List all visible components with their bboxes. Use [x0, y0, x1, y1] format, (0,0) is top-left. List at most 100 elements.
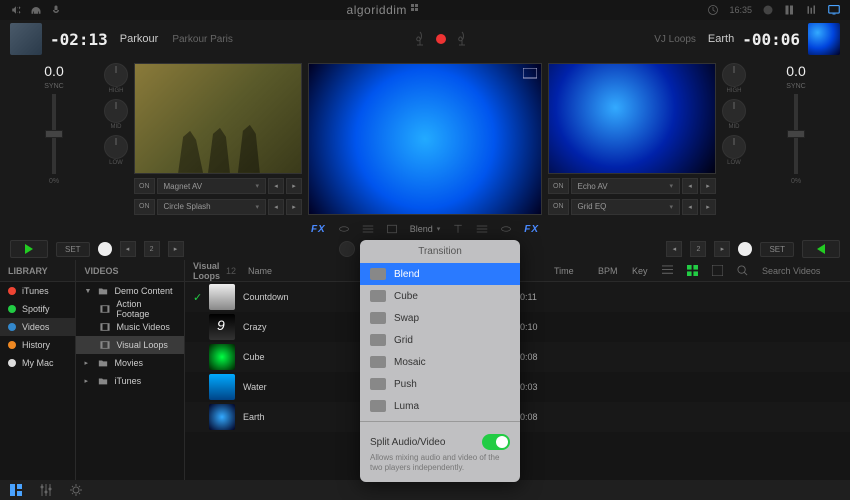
- deck-a-set-button[interactable]: SET: [56, 242, 90, 257]
- deck-a-cue-num[interactable]: 2: [144, 241, 160, 257]
- sliders-icon[interactable]: [40, 484, 52, 496]
- deck-b-fx-label[interactable]: FX: [524, 224, 539, 235]
- list-view-icon[interactable]: [662, 265, 673, 276]
- panel-layout-icon[interactable]: [10, 484, 22, 496]
- deck-a-mid-knob[interactable]: [104, 99, 128, 123]
- deck-b-fx2-next[interactable]: ▸: [700, 199, 716, 215]
- disclosure-icon[interactable]: ▸: [84, 377, 92, 385]
- loop-b-icon[interactable]: [500, 223, 512, 235]
- deck-b-play-button[interactable]: [802, 240, 840, 258]
- tree-item-demo-content[interactable]: ▼Demo Content: [76, 282, 184, 300]
- large-view-icon[interactable]: [712, 265, 723, 276]
- deck-a-fx2-next[interactable]: ▸: [286, 199, 302, 215]
- library-item-videos[interactable]: Videos: [0, 318, 75, 336]
- deck-b-cue-dot[interactable]: [738, 242, 752, 256]
- transition-option-swap[interactable]: Swap: [360, 307, 520, 329]
- deck-b-fx2-on[interactable]: ON: [548, 199, 569, 215]
- bars-icon[interactable]: [806, 4, 818, 16]
- deck-a-fx1-select[interactable]: Magnet AV: [157, 178, 267, 194]
- track-thumbnail: [209, 344, 235, 370]
- fullscreen-icon[interactable]: [523, 68, 537, 80]
- deck-a-fx-label[interactable]: FX: [311, 224, 326, 235]
- disclosure-icon[interactable]: ▼: [84, 288, 92, 295]
- deck-b-fx1-next[interactable]: ▸: [700, 178, 716, 194]
- col-time[interactable]: Time: [554, 266, 598, 276]
- columns-icon[interactable]: [784, 4, 796, 16]
- deck-a-high-knob[interactable]: [104, 63, 128, 87]
- tree-item-visual-loops[interactable]: Visual Loops: [76, 336, 184, 354]
- tree-item-action-footage[interactable]: Action Footage: [76, 300, 184, 318]
- deck-a-fx1-next[interactable]: ▸: [286, 178, 302, 194]
- library-item-my-mac[interactable]: My Mac: [0, 354, 75, 372]
- library-item-itunes[interactable]: iTunes: [0, 282, 75, 300]
- deck-b-fx2-select[interactable]: Grid EQ: [571, 199, 681, 215]
- deck-a-bpm[interactable]: 0.0: [44, 63, 63, 79]
- deck-a-video[interactable]: [134, 63, 302, 174]
- deck-a-fx2-on[interactable]: ON: [134, 199, 155, 215]
- transition-option-blend[interactable]: Blend: [360, 263, 520, 285]
- cut-b-icon[interactable]: [476, 223, 488, 235]
- search-input[interactable]: [762, 266, 842, 276]
- split-av-toggle[interactable]: [482, 434, 510, 450]
- deck-a-fx1-prev[interactable]: ◂: [268, 178, 284, 194]
- deck-b-artwork[interactable]: [808, 23, 840, 55]
- loop-a-icon[interactable]: [338, 223, 350, 235]
- library-item-spotify[interactable]: Spotify: [0, 300, 75, 318]
- deck-a-fx2-prev[interactable]: ◂: [268, 199, 284, 215]
- deck-a-filter-knob[interactable]: [339, 241, 355, 257]
- disclosure-icon[interactable]: ▸: [84, 359, 92, 367]
- deck-a-play-button[interactable]: [10, 240, 48, 258]
- deck-b-cue-prev[interactable]: ◂: [666, 241, 682, 257]
- deck-b-bpm[interactable]: 0.0: [786, 63, 805, 79]
- deck-b-sync-label[interactable]: SYNC: [786, 83, 805, 90]
- transition-option-mosaic[interactable]: Mosaic: [360, 351, 520, 373]
- deck-a-fx1-on[interactable]: ON: [134, 178, 155, 194]
- deck-a-cue-dot[interactable]: [98, 242, 112, 256]
- image-a-icon[interactable]: [386, 223, 398, 235]
- tree-item-itunes[interactable]: ▸iTunes: [76, 372, 184, 390]
- volume-icon[interactable]: [10, 4, 22, 16]
- deck-b-cue-num[interactable]: 2: [690, 241, 706, 257]
- deck-b-set-button[interactable]: SET: [760, 242, 794, 257]
- deck-a-sync-label[interactable]: SYNC: [44, 83, 63, 90]
- center-video-pane: [308, 63, 542, 215]
- transition-option-grid[interactable]: Grid: [360, 329, 520, 351]
- deck-b-mid-knob[interactable]: [722, 99, 746, 123]
- master-video-output[interactable]: [308, 63, 542, 215]
- deck-b-tempo-fader[interactable]: [794, 94, 798, 174]
- deck-b-fx1-prev[interactable]: ◂: [682, 178, 698, 194]
- deck-b-video[interactable]: [548, 63, 716, 174]
- library-item-history[interactable]: History: [0, 336, 75, 354]
- deck-b-pct: 0%: [791, 178, 801, 185]
- video-mixer-section: 0.0 SYNC 0% HIGH MID LOW ON Magnet AV ◂ …: [0, 58, 850, 220]
- brightness-icon[interactable]: [70, 484, 82, 496]
- text-icon[interactable]: [452, 223, 464, 235]
- transition-option-luma[interactable]: Luma: [360, 395, 520, 417]
- deck-b-cue-next[interactable]: ▸: [714, 241, 730, 257]
- tree-item-music-videos[interactable]: Music Videos: [76, 318, 184, 336]
- cut-a-icon[interactable]: [362, 223, 374, 235]
- transition-option-push[interactable]: Push: [360, 373, 520, 395]
- record-button[interactable]: [436, 34, 446, 44]
- display-icon[interactable]: [828, 4, 840, 16]
- headphones-icon[interactable]: [30, 4, 42, 16]
- deck-b-fx2-prev[interactable]: ◂: [682, 199, 698, 215]
- deck-a-fx2-select[interactable]: Circle Splash: [157, 199, 267, 215]
- deck-b-fx1-select[interactable]: Echo AV: [571, 178, 681, 194]
- tree-item-movies[interactable]: ▸Movies: [76, 354, 184, 372]
- deck-b-high-knob[interactable]: [722, 63, 746, 87]
- deck-a-low-knob[interactable]: [104, 135, 128, 159]
- deck-a-cue-next[interactable]: ▸: [168, 241, 184, 257]
- transition-option-cube[interactable]: Cube: [360, 285, 520, 307]
- deck-a-tempo-fader[interactable]: [52, 94, 56, 174]
- deck-a-artwork[interactable]: [10, 23, 42, 55]
- record-status-icon[interactable]: [762, 4, 774, 16]
- deck-b-low-knob[interactable]: [722, 135, 746, 159]
- mic-icon[interactable]: [50, 4, 62, 16]
- grid-view-icon[interactable]: [687, 265, 698, 276]
- deck-b-fx1-on[interactable]: ON: [548, 178, 569, 194]
- deck-a-cue-prev[interactable]: ◂: [120, 241, 136, 257]
- transition-dropdown[interactable]: Blend: [410, 224, 441, 234]
- col-key[interactable]: Key: [632, 266, 662, 276]
- col-bpm[interactable]: BPM: [598, 266, 632, 276]
